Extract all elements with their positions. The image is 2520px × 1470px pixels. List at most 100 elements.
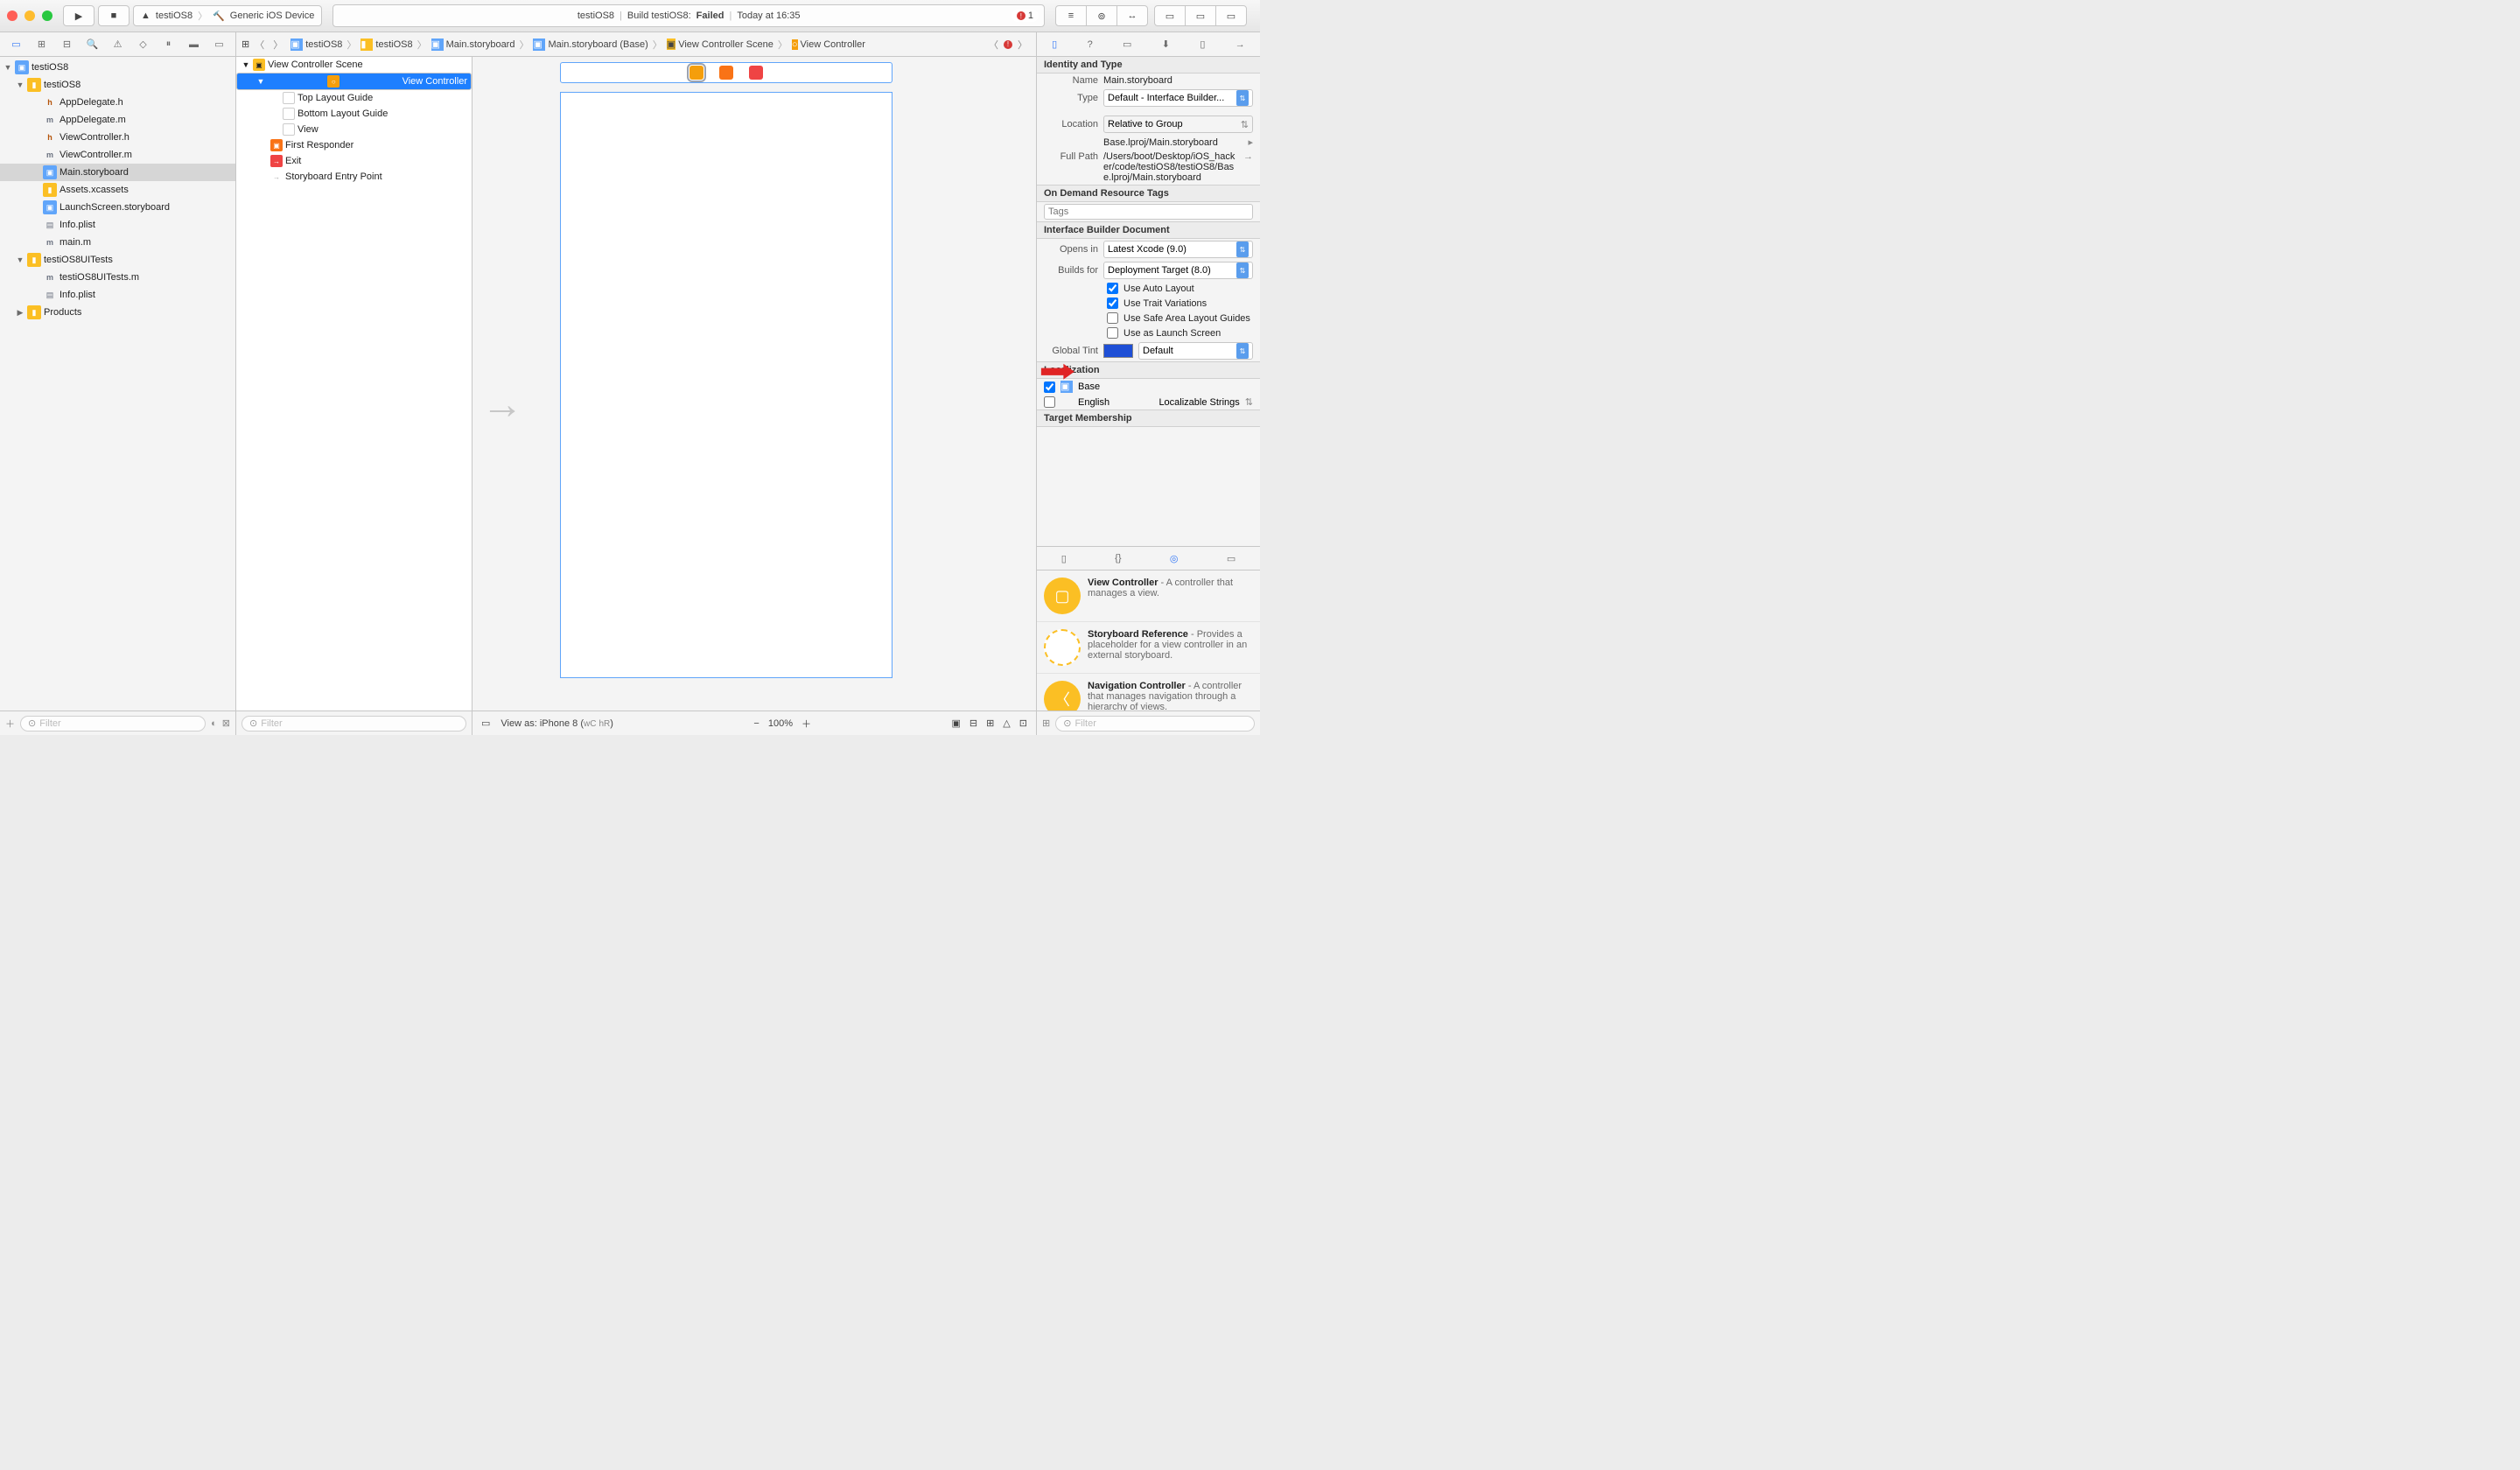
loc-type[interactable]: Localizable Strings: [1158, 397, 1239, 408]
file-uitests-plist[interactable]: ▤Info.plist: [0, 286, 235, 304]
tags-input[interactable]: [1044, 204, 1253, 220]
media-library-tab[interactable]: ▭: [1227, 553, 1236, 564]
object-library-tab[interactable]: ◎: [1170, 553, 1179, 564]
launch-screen-checkbox[interactable]: [1107, 327, 1118, 339]
standard-editor-button[interactable]: ≡: [1055, 5, 1087, 26]
navigator-filter[interactable]: ⊙Filter: [20, 716, 206, 732]
exit-dock-icon[interactable]: [749, 66, 763, 80]
first-responder-dock-icon[interactable]: [719, 66, 733, 80]
project-root[interactable]: ▼▣testiOS8: [0, 59, 235, 76]
autolayout-checkbox[interactable]: [1107, 283, 1118, 294]
file-assets[interactable]: ▮Assets.xcassets: [0, 181, 235, 199]
prev-issue-button[interactable]: 〈: [985, 38, 1002, 52]
file-uitests-m[interactable]: mtestiOS8UITests.m: [0, 269, 235, 286]
file-viewcontroller-m[interactable]: mViewController.m: [0, 146, 235, 164]
source-control-tab[interactable]: ⊞: [33, 36, 51, 53]
error-badge[interactable]: !1: [1012, 10, 1039, 22]
connections-inspector-tab[interactable]: →: [1236, 39, 1245, 50]
zoom-level[interactable]: 100%: [768, 718, 793, 729]
project-tree[interactable]: ▼▣testiOS8 ▼▮testiOS8 hAppDelegate.h mAp…: [0, 57, 235, 710]
outline-top-guide[interactable]: Top Layout Guide: [236, 90, 472, 106]
align-icon[interactable]: ⊟: [970, 718, 977, 729]
jump-error-icon[interactable]: !: [1004, 40, 1012, 49]
run-button[interactable]: ▶: [63, 5, 94, 26]
outline-toggle-icon[interactable]: ▭: [481, 718, 490, 729]
scm-filter-icon[interactable]: ⊠: [222, 718, 230, 729]
reveal-folder-icon[interactable]: ▸: [1248, 136, 1253, 148]
file-main-m[interactable]: mmain.m: [0, 234, 235, 251]
safe-area-checkbox[interactable]: [1107, 312, 1118, 324]
file-inspector-tab[interactable]: ▯: [1052, 38, 1057, 50]
location-select[interactable]: Relative to Group⇅: [1103, 116, 1253, 133]
report-navigator-tab[interactable]: ▭: [211, 36, 228, 53]
activity-status[interactable]: testiOS8 | Build testiOS8: Failed | Toda…: [332, 4, 1045, 27]
lib-view-controller[interactable]: ▢View Controller - A controller that man…: [1037, 570, 1260, 622]
test-navigator-tab[interactable]: ◇: [135, 36, 152, 53]
crumb-vc[interactable]: ○View Controller: [789, 39, 868, 50]
view-as-label[interactable]: View as: iPhone 8 (wC hR): [500, 718, 613, 729]
stack-icon[interactable]: ⊡: [1019, 718, 1027, 729]
embed-in-icon[interactable]: ▣: [951, 718, 960, 729]
ib-canvas[interactable]: →: [472, 57, 1036, 710]
next-issue-button[interactable]: 〉: [1014, 38, 1031, 52]
identity-inspector-tab[interactable]: ▭: [1123, 38, 1131, 50]
outline-exit[interactable]: →Exit: [236, 153, 472, 169]
file-appdelegate-m[interactable]: mAppDelegate.m: [0, 111, 235, 129]
loc-english-checkbox[interactable]: [1044, 396, 1055, 408]
file-appdelegate-h[interactable]: hAppDelegate.h: [0, 94, 235, 111]
object-library[interactable]: ▢View Controller - A controller that man…: [1037, 570, 1260, 710]
version-editor-button[interactable]: ↔: [1116, 5, 1148, 26]
project-navigator-tab[interactable]: ▭: [8, 36, 25, 53]
group-uitests[interactable]: ▼▮testiOS8UITests: [0, 251, 235, 269]
find-navigator-tab[interactable]: 🔍: [84, 36, 102, 53]
file-name[interactable]: Main.storyboard: [1103, 75, 1253, 86]
scheme-selector[interactable]: ▲ testiOS8 〉 🔨 Generic iOS Device: [133, 5, 322, 26]
tint-select[interactable]: Default⇅: [1138, 342, 1253, 360]
close-icon[interactable]: [7, 10, 18, 21]
breakpoint-navigator-tab[interactable]: ▬: [186, 36, 203, 53]
pin-icon[interactable]: ⊞: [986, 718, 994, 729]
back-button[interactable]: 〈: [251, 38, 268, 52]
vc-dock-icon[interactable]: [690, 66, 704, 80]
toggle-debug-button[interactable]: ▭: [1185, 5, 1216, 26]
file-info-plist[interactable]: ▤Info.plist: [0, 216, 235, 234]
builds-for-select[interactable]: Deployment Target (8.0)⇅: [1103, 262, 1253, 279]
crumb-base[interactable]: ▣Main.storyboard (Base): [530, 38, 650, 51]
stop-button[interactable]: ■: [98, 5, 130, 26]
assistant-editor-button[interactable]: ⊚: [1086, 5, 1117, 26]
group-products[interactable]: ▶▮Products: [0, 304, 235, 321]
forward-button[interactable]: 〉: [270, 38, 286, 52]
crumb-group[interactable]: ▮testiOS8: [358, 38, 415, 51]
lib-view-grid-icon[interactable]: ⊞: [1042, 718, 1050, 729]
outline-bottom-guide[interactable]: Bottom Layout Guide: [236, 106, 472, 122]
toggle-inspector-button[interactable]: ▭: [1215, 5, 1247, 26]
add-button[interactable]: ＋: [5, 717, 15, 731]
issue-navigator-tab[interactable]: ⚠: [109, 36, 127, 53]
trait-variations-checkbox[interactable]: [1107, 298, 1118, 309]
toggle-navigator-button[interactable]: ▭: [1154, 5, 1186, 26]
document-outline[interactable]: ▼▣View Controller Scene ▼○View Controlle…: [236, 57, 472, 710]
lib-storyboard-ref[interactable]: Storyboard Reference - Provides a placeh…: [1037, 622, 1260, 674]
crumb-project[interactable]: ▣testiOS8: [288, 38, 345, 51]
file-launchscreen[interactable]: ▣LaunchScreen.storyboard: [0, 199, 235, 216]
file-main-storyboard[interactable]: ▣Main.storyboard: [0, 164, 235, 181]
minimize-icon[interactable]: [24, 10, 35, 21]
file-template-tab[interactable]: ▯: [1061, 553, 1067, 564]
outline-filter[interactable]: ⊙Filter: [242, 716, 466, 732]
scene-dock[interactable]: [560, 62, 892, 83]
tint-swatch[interactable]: [1103, 344, 1133, 358]
outline-entry-point[interactable]: →Storyboard Entry Point: [236, 169, 472, 185]
file-viewcontroller-h[interactable]: hViewController.h: [0, 129, 235, 146]
debug-navigator-tab[interactable]: ⏸: [160, 36, 178, 53]
opens-in-select[interactable]: Latest Xcode (9.0)⇅: [1103, 241, 1253, 258]
scene-view[interactable]: [560, 92, 892, 678]
zoom-out-button[interactable]: −: [753, 718, 759, 729]
size-inspector-tab[interactable]: ▯: [1200, 38, 1205, 50]
resolve-icon[interactable]: △: [1003, 718, 1010, 729]
outline-scene[interactable]: ▼▣View Controller Scene: [236, 57, 472, 73]
crumb-scene[interactable]: ▣View Controller Scene: [664, 38, 776, 50]
attributes-inspector-tab[interactable]: ⬇: [1162, 38, 1170, 50]
zoom-icon[interactable]: [42, 10, 52, 21]
quick-help-tab[interactable]: ?: [1088, 39, 1093, 50]
code-snippet-tab[interactable]: {}: [1115, 553, 1121, 564]
